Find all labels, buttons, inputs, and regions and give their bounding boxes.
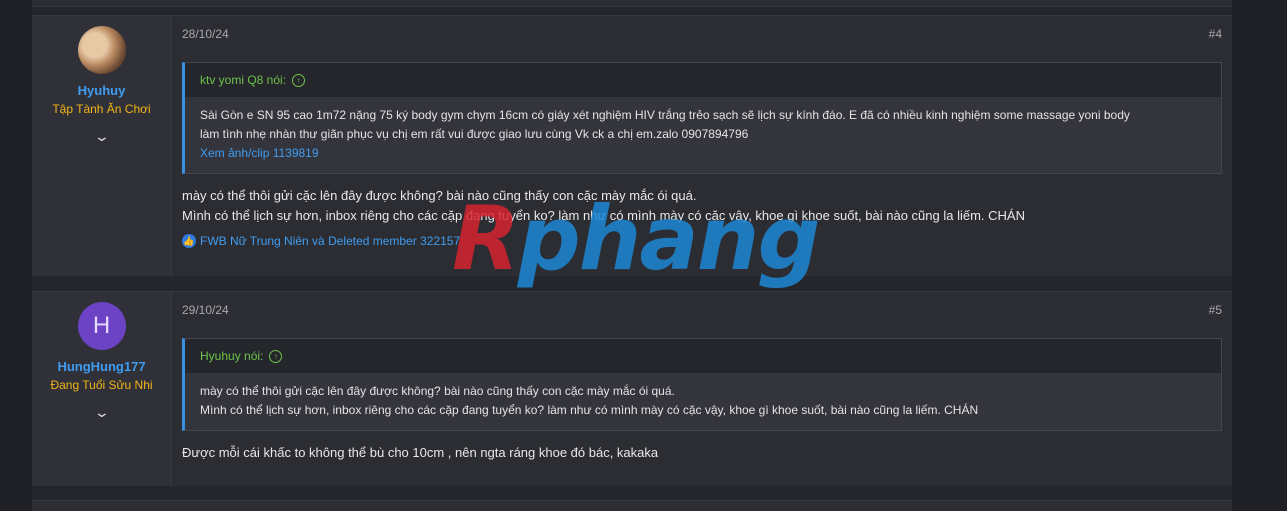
like-icon: 👍 (182, 234, 196, 248)
quote-text-line: làm tình nhẹ nhàn thư giãn phục vụ chị e… (200, 127, 749, 141)
post-user-cell: Hyuhuy Tập Tành Ăn Chơi ⌄ (32, 16, 172, 276)
post-date[interactable]: 29/10/24 (182, 303, 229, 317)
quote-body: Sài Gòn e SN 95 cao 1m72 nặng 75 ký body… (185, 97, 1221, 173)
user-avatar[interactable]: H (77, 302, 126, 350)
post-number[interactable]: #5 (1209, 303, 1222, 317)
previous-post-edge (32, 0, 1232, 7)
user-avatar[interactable] (77, 26, 126, 74)
quote-text-line: Sài Gòn e SN 95 cao 1m72 nặng 75 ký body… (200, 108, 1130, 122)
username-link[interactable]: Hyuhuy (78, 83, 126, 98)
quote-text-line: mày có thể thôi gửi cặc lên đây được khô… (200, 384, 675, 398)
post-number[interactable]: #4 (1209, 27, 1222, 41)
chevron-down-icon[interactable]: ⌄ (93, 128, 109, 145)
arrow-up-circle-icon[interactable]: ↑ (292, 73, 306, 87)
user-title: Tập Tành Ăn Chơi (52, 102, 151, 116)
quote-header[interactable]: Hyuhuy nói: ↑ (185, 339, 1221, 373)
quote-text-line: Mình có thể lịch sự hơn, inbox riêng cho… (200, 403, 979, 417)
post-text-line: Mình có thể lịch sự hơn, inbox riêng cho… (182, 208, 1025, 223)
user-title: Đang Tuổi Sửu Nhi (50, 378, 153, 392)
quote-header[interactable]: ktv yomi Q8 nói: ↑ (185, 63, 1221, 97)
quote-body: mày có thể thôi gửi cặc lên đây được khô… (185, 373, 1221, 430)
next-post-edge (32, 500, 1232, 511)
quote-block: ktv yomi Q8 nói: ↑ Sài Gòn e SN 95 cao 1… (182, 62, 1222, 174)
post-body: mày có thể thôi gửi cặc lên đây được khô… (182, 186, 1222, 226)
quote-author[interactable]: ktv yomi Q8 nói: (200, 73, 286, 87)
post: H HungHung177 Đang Tuổi Sửu Nhi ⌄ 29/10/… (32, 291, 1232, 486)
post-main: 28/10/24 #4 ktv yomi Q8 nói: ↑ Sài Gòn e… (172, 16, 1232, 276)
post: Hyuhuy Tập Tành Ăn Chơi ⌄ 28/10/24 #4 kt… (32, 15, 1232, 276)
chevron-down-icon[interactable]: ⌄ (93, 404, 109, 421)
quote-media-link[interactable]: Xem ảnh/clip 1139819 (200, 144, 1206, 163)
reactions-list[interactable]: FWB Nữ Trung Niên và Deleted member 3221… (200, 234, 460, 248)
arrow-up-circle-icon[interactable]: ↑ (269, 349, 283, 363)
post-user-cell: H HungHung177 Đang Tuổi Sửu Nhi ⌄ (32, 292, 172, 486)
username-link[interactable]: HungHung177 (57, 359, 145, 374)
post-meta: 29/10/24 #5 (182, 303, 1222, 317)
post-text-line: Được mỗi cái khấc to không thể bù cho 10… (182, 445, 659, 460)
post-body: Được mỗi cái khấc to không thể bù cho 10… (182, 443, 1222, 463)
quote-author[interactable]: Hyuhuy nói: (200, 349, 263, 363)
post-text-line: mày có thể thôi gửi cặc lên đây được khô… (182, 188, 697, 203)
reactions-bar[interactable]: 👍 FWB Nữ Trung Niên và Deleted member 32… (182, 234, 1222, 248)
post-date[interactable]: 28/10/24 (182, 27, 229, 41)
quote-block: Hyuhuy nói: ↑ mày có thể thôi gửi cặc lê… (182, 338, 1222, 431)
post-main: 29/10/24 #5 Hyuhuy nói: ↑ mày có thể thô… (172, 292, 1232, 486)
post-meta: 28/10/24 #4 (182, 27, 1222, 41)
